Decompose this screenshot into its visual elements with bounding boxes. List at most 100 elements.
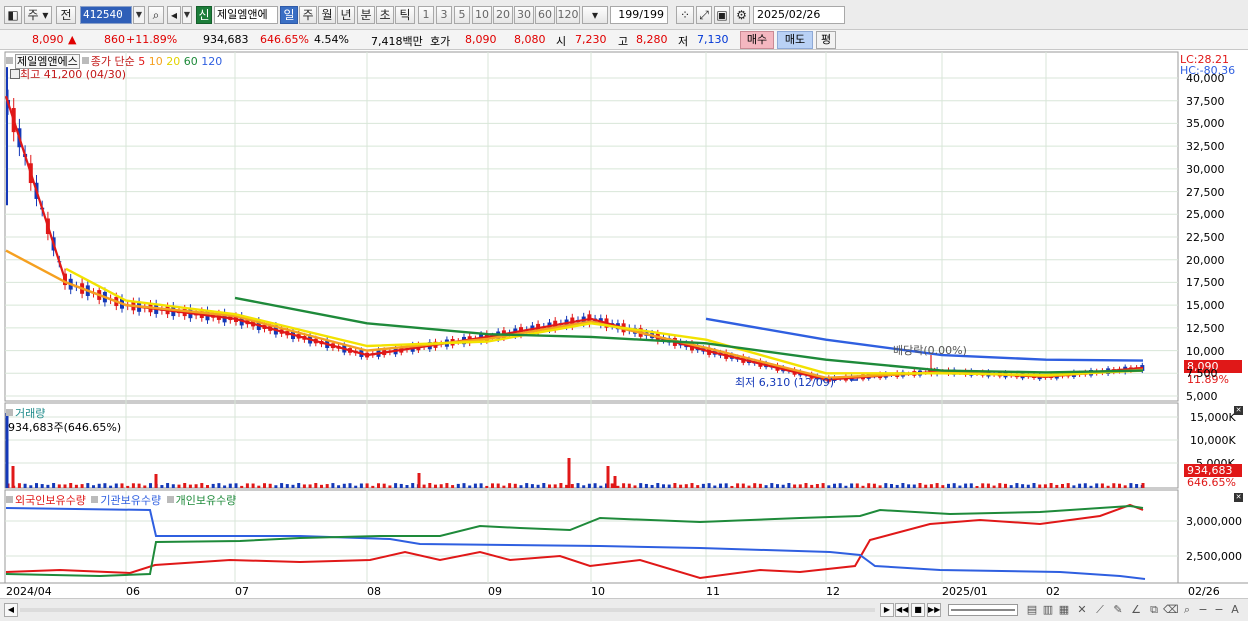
- volume-bar: [29, 485, 33, 488]
- chart-menu-icon[interactable]: ◧: [4, 6, 22, 24]
- tab-yearly[interactable]: 년: [337, 6, 355, 24]
- close-icon[interactable]: ✕: [1234, 493, 1243, 502]
- layout-icon[interactable]: ▤: [1025, 603, 1039, 617]
- volume-bar: [86, 483, 90, 488]
- overlay-icon[interactable]: ▦: [1057, 603, 1071, 617]
- scroll-right-icon[interactable]: ▶: [880, 603, 894, 617]
- legend-ma10[interactable]: 10: [149, 55, 163, 68]
- volume-bar: [228, 483, 232, 488]
- volume-bar: [377, 483, 380, 488]
- volume-bar: [536, 484, 540, 488]
- speaker-icon[interactable]: ◂: [167, 6, 181, 24]
- price-tick-label: 7,500: [1186, 367, 1218, 381]
- draw-icon[interactable]: ✎: [1111, 603, 1125, 617]
- eraser-icon[interactable]: ⌫: [1163, 603, 1179, 617]
- interval-120[interactable]: 120: [556, 6, 580, 24]
- volume-bar: [74, 484, 78, 488]
- interval-60[interactable]: 60: [535, 6, 555, 24]
- interval-20[interactable]: 20: [493, 6, 513, 24]
- magnifier-icon[interactable]: ⌕: [1180, 603, 1194, 617]
- gear-icon[interactable]: ⚙: [733, 6, 750, 24]
- volume-bar: [274, 485, 278, 488]
- volume-bar: [23, 483, 27, 488]
- volume-bar: [696, 485, 700, 488]
- buy-button[interactable]: 매수: [740, 31, 774, 49]
- font-size-icon[interactable]: A: [1228, 603, 1242, 617]
- data-count-field[interactable]: 199/199: [610, 6, 668, 24]
- evaluate-button[interactable]: 평: [816, 31, 836, 49]
- scroll-left-icon[interactable]: ◀: [4, 603, 18, 617]
- volume-bar: [285, 484, 289, 488]
- speaker-dropdown-icon[interactable]: ▼: [182, 6, 192, 24]
- expand-icon[interactable]: ⤢: [696, 6, 712, 24]
- volume-bar: [570, 484, 574, 488]
- rewind-icon[interactable]: ◀◀: [895, 603, 909, 617]
- legend-institution[interactable]: 기관보유수량: [100, 494, 161, 507]
- interval-5[interactable]: 5: [454, 6, 470, 24]
- sell-button[interactable]: 매도: [777, 31, 813, 49]
- save-icon[interactable]: ▣: [714, 6, 730, 24]
- search-icon[interactable]: ⌕: [148, 6, 164, 24]
- period-select[interactable]: 주 ▾: [24, 6, 52, 24]
- tab-weekly[interactable]: 주: [299, 6, 317, 24]
- volume-bar: [1100, 483, 1104, 488]
- interval-3[interactable]: 3: [436, 6, 452, 24]
- interval-custom-dropdown[interactable]: ▾: [582, 6, 608, 24]
- new-listing-badge: 신: [196, 6, 212, 24]
- legend-ma20[interactable]: 20: [166, 55, 180, 68]
- interval-1[interactable]: 1: [418, 6, 434, 24]
- interval-30[interactable]: 30: [514, 6, 534, 24]
- trendline-icon[interactable]: ⟋: [1093, 603, 1107, 617]
- tab-minute[interactable]: 분: [357, 6, 375, 24]
- copy-icon[interactable]: ⧉: [1147, 603, 1161, 617]
- tab-tick[interactable]: 틱: [395, 6, 415, 24]
- x-label-06: 06: [126, 585, 140, 598]
- cross-icon[interactable]: ✕: [1075, 603, 1089, 617]
- volume-bar: [479, 483, 483, 488]
- volume-bar: [1118, 483, 1121, 488]
- interval-10[interactable]: 10: [472, 6, 492, 24]
- compare-icon[interactable]: ⁘: [676, 6, 694, 24]
- volume-bar: [371, 485, 375, 488]
- volume-bar: [559, 483, 563, 488]
- volume-bar: [998, 483, 1002, 488]
- volume-bar: [776, 484, 779, 488]
- volume-bar: [958, 485, 962, 488]
- volume-bar: [952, 483, 956, 488]
- stock-chart[interactable]: [0, 50, 1248, 621]
- legend-ma5[interactable]: 5: [138, 55, 145, 68]
- volume-bar: [451, 485, 455, 488]
- legend-individual[interactable]: 개인보유수량: [176, 494, 237, 507]
- zoom-slider[interactable]: [948, 604, 1018, 616]
- code-dropdown-icon[interactable]: ▼: [133, 6, 145, 24]
- volume-bar: [308, 484, 312, 488]
- volume-bar: [599, 485, 603, 488]
- stock-code-input[interactable]: 412540: [80, 6, 132, 24]
- legend-ma60[interactable]: 60: [184, 55, 198, 68]
- volume-bar: [741, 483, 745, 488]
- volume-bar: [268, 483, 272, 488]
- calendar-icon[interactable]: [10, 69, 20, 79]
- legend-ma120[interactable]: 120: [201, 55, 222, 68]
- volume-bar: [46, 484, 50, 488]
- scrollbar-track[interactable]: [20, 608, 875, 612]
- stop-icon[interactable]: ■: [911, 603, 925, 617]
- legend-square-icon: [6, 409, 13, 416]
- volume-bar: [69, 483, 73, 488]
- tab-monthly[interactable]: 월: [318, 6, 336, 24]
- date-field[interactable]: 2025/02/26: [753, 6, 845, 24]
- close-icon[interactable]: ✕: [1234, 406, 1243, 415]
- x-label-right: 02/26: [1188, 585, 1220, 598]
- angle-icon[interactable]: ∠: [1129, 603, 1143, 617]
- legend-foreign[interactable]: 외국인보유수량: [15, 494, 86, 507]
- prev-button[interactable]: 전: [56, 6, 76, 24]
- volume-bar: [622, 483, 626, 488]
- tab-second[interactable]: 초: [376, 6, 394, 24]
- tab-daily[interactable]: 일: [280, 6, 298, 24]
- volume-bar: [473, 483, 477, 488]
- split-icon[interactable]: ▥: [1041, 603, 1055, 617]
- minus-icon[interactable]: −: [1212, 603, 1226, 617]
- fast-forward-icon[interactable]: ▶▶: [927, 603, 941, 617]
- zoom-out-icon[interactable]: −: [1196, 603, 1210, 617]
- volume-bar: [206, 485, 209, 488]
